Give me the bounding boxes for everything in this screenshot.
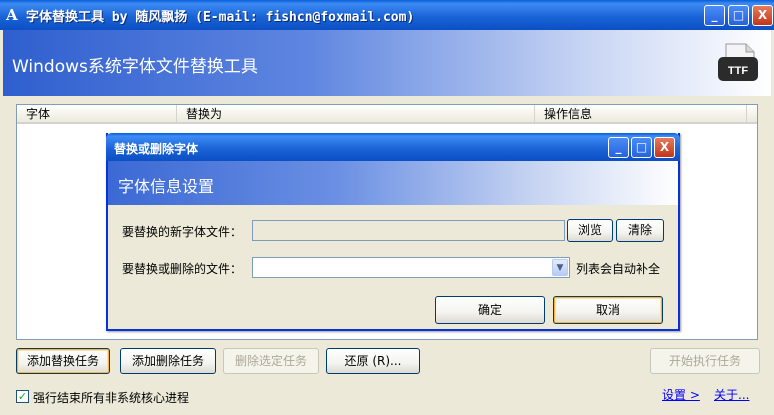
restore-button[interactable]: 还原 (R)... bbox=[326, 348, 420, 374]
dialog-banner-title: 字体信息设置 bbox=[118, 177, 215, 196]
force-kill-checkbox[interactable]: ✓ bbox=[16, 390, 29, 403]
force-kill-label: 强行结束所有非系统核心进程 bbox=[33, 391, 190, 405]
add-delete-task-button[interactable]: 添加删除任务 bbox=[120, 348, 216, 374]
window-title: 字体替换工具 by 随风飘扬 (E-mail: fishcn@foxmail.c… bbox=[26, 10, 415, 25]
ttf-icon-label: TTF bbox=[728, 65, 748, 77]
ttf-file-icon: TTF bbox=[716, 42, 760, 84]
app-icon: A bbox=[6, 6, 18, 24]
column-header-filler bbox=[747, 105, 757, 124]
new-font-file-field[interactable] bbox=[252, 220, 565, 241]
dialog-close-button[interactable]: X bbox=[654, 137, 675, 158]
column-header-operation-info[interactable]: 操作信息 bbox=[535, 105, 747, 124]
column-header-replace-with[interactable]: 替换为 bbox=[177, 105, 535, 124]
target-file-label: 要替换或删除的文件： bbox=[122, 262, 243, 276]
dialog-maximize-button[interactable]: □ bbox=[631, 137, 652, 158]
clear-button[interactable]: 清除 bbox=[616, 219, 664, 242]
dialog-title: 替换或删除字体 bbox=[114, 142, 199, 156]
add-replace-task-button[interactable]: 添加替换任务 bbox=[16, 348, 110, 374]
about-link[interactable]: 关于... bbox=[714, 386, 749, 403]
delete-selected-task-button[interactable]: 删除选定任务 bbox=[223, 348, 319, 374]
browse-button[interactable]: 浏览 bbox=[567, 219, 613, 242]
settings-link[interactable]: 设置 > bbox=[662, 386, 700, 403]
combobox-dropdown-arrow-icon[interactable]: ▼ bbox=[552, 259, 568, 276]
close-button[interactable]: X bbox=[752, 5, 773, 26]
column-header-font[interactable]: 字体 bbox=[17, 105, 177, 124]
new-font-file-label: 要替换的新字体文件： bbox=[122, 225, 243, 239]
ok-button[interactable]: 确定 bbox=[435, 296, 545, 324]
start-tasks-button[interactable]: 开始执行任务 bbox=[650, 348, 760, 374]
minimize-button[interactable]: _ bbox=[704, 5, 725, 26]
target-file-combobox[interactable] bbox=[252, 257, 570, 278]
dialog-minimize-button[interactable]: _ bbox=[608, 137, 629, 158]
cancel-button[interactable]: 取消 bbox=[553, 296, 663, 324]
maximize-button[interactable]: □ bbox=[728, 5, 749, 26]
banner-title: Windows系统字体文件替换工具 bbox=[12, 57, 258, 77]
autocomplete-hint: 列表会自动补全 bbox=[576, 262, 661, 276]
